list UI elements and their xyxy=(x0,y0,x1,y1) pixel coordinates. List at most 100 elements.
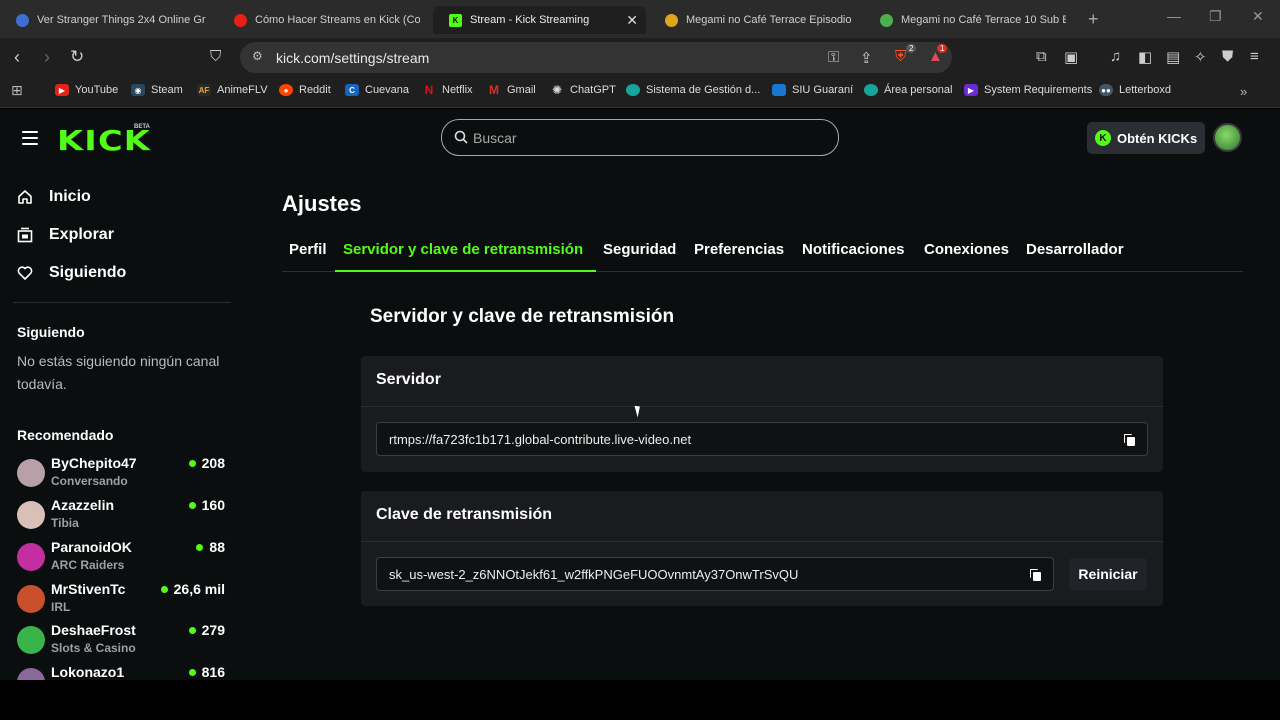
bookmark-label: Letterboxd xyxy=(1119,84,1171,96)
bookmark-sistema-gestion[interactable]: Sistema de Gestión d... xyxy=(626,84,760,96)
hamburger-menu-icon[interactable] xyxy=(22,131,38,149)
letterbox-bar xyxy=(0,680,1280,720)
bookmark-animeflv[interactable]: AF AnimeFLV xyxy=(197,84,268,96)
recommended-channel[interactable]: ByChepito47 Conversando 208 xyxy=(17,455,229,493)
bookmark-label: ChatGPT xyxy=(570,84,616,96)
share-icon[interactable]: ⇪ xyxy=(860,49,873,67)
search-input[interactable]: Buscar xyxy=(441,119,839,156)
site-settings-icon[interactable]: ⚙ xyxy=(252,49,266,63)
apps-grid-icon[interactable]: ⊞ xyxy=(11,82,23,99)
animeflv-icon: AF xyxy=(197,84,211,96)
nav-home-label: Inicio xyxy=(49,188,91,205)
channel-category: Conversando xyxy=(51,474,128,488)
recommended-channel[interactable]: DeshaeFrost Slots & Casino 279 xyxy=(17,622,229,660)
copy-icon[interactable] xyxy=(1124,434,1135,447)
reload-icon[interactable]: ↻ xyxy=(70,47,84,67)
wallet-icon[interactable]: ▤ xyxy=(1166,48,1180,66)
key-icon[interactable]: ⚿ xyxy=(828,49,839,66)
bookmark-gmail[interactable]: M Gmail xyxy=(487,83,536,97)
tab-stream-key[interactable]: Servidor y clave de retransmisión xyxy=(343,241,583,258)
menu-icon[interactable]: ≡ xyxy=(1250,48,1259,65)
nav-explore[interactable]: Explorar xyxy=(17,226,114,244)
new-tab-plus-icon[interactable]: + xyxy=(1088,9,1099,30)
viewer-count-value: 279 xyxy=(201,622,225,638)
user-avatar[interactable] xyxy=(1213,123,1242,152)
chatgpt-icon: ✺ xyxy=(551,83,563,97)
stream-key-field[interactable]: sk_us-west-2_z6NNOtJekf61_w2ffkPNGeFUOOv… xyxy=(376,557,1054,591)
browser-tab[interactable]: Cómo Hacer Streams en Kick (Configuració… xyxy=(218,6,430,34)
recommended-channel[interactable]: MrStivenTc IRL 26,6 mil xyxy=(17,581,229,619)
play-icon: ▶ xyxy=(964,84,978,96)
tab-notifications[interactable]: Notificaciones xyxy=(802,241,905,258)
explore-icon xyxy=(17,227,33,243)
nav-following-label: Siguiendo xyxy=(49,264,127,281)
close-window-icon[interactable]: ✕ xyxy=(1252,8,1264,25)
bookmark-reddit[interactable]: ● Reddit xyxy=(279,84,331,96)
server-url-field[interactable]: rtmps://fa723fc1b171.global-contribute.l… xyxy=(376,422,1148,456)
tab-developer[interactable]: Desarrollador xyxy=(1026,241,1124,258)
bookmark-steam[interactable]: ◉ Steam xyxy=(131,84,183,96)
tab-favicon-icon xyxy=(880,13,893,27)
bookmark-netflix[interactable]: N Netflix xyxy=(422,83,473,97)
browser-tab[interactable]: Megami no Café Terrace 10 Sub Español xyxy=(864,6,1076,34)
browser-tab-active[interactable]: K Stream - Kick Streaming ✕ xyxy=(433,6,646,34)
close-tab-icon[interactable]: ✕ xyxy=(626,12,638,29)
brave-shield-icon[interactable]: ⛨ xyxy=(895,48,906,65)
leo-ai-icon[interactable]: ✧ xyxy=(1194,48,1207,66)
nav-home[interactable]: Inicio xyxy=(17,188,91,206)
bookmark-label: System Requirements xyxy=(984,84,1093,96)
bookmarks-bar: ⊞ ▶ YouTube ◉ Steam AF AnimeFLV ● Reddit C Cu… xyxy=(0,78,1280,108)
kick-coin-icon: K xyxy=(1095,130,1111,146)
browser-tab[interactable]: Megami no Café Terrace Episodio 11 xyxy=(649,6,861,34)
live-dot-icon xyxy=(188,626,196,634)
kick-favicon-icon: K xyxy=(449,13,462,27)
bookmark-siu-guarani[interactable]: SIU Guaraní xyxy=(772,84,853,96)
sidebar-divider xyxy=(13,302,231,303)
bookmark-area-personal[interactable]: Área personal xyxy=(864,84,953,96)
tab-favicon-icon xyxy=(665,13,678,27)
bookmark-label: Área personal xyxy=(884,84,953,96)
siu-icon xyxy=(772,84,786,96)
vpn-icon[interactable]: ⛊ xyxy=(1222,48,1233,65)
search-icon xyxy=(454,130,468,144)
nav-following[interactable]: Siguiendo xyxy=(17,264,126,282)
extensions-icon[interactable]: ⧉ xyxy=(1036,48,1047,65)
bookmark-cuevana[interactable]: C Cuevana xyxy=(345,84,409,96)
tab-security[interactable]: Seguridad xyxy=(603,241,676,258)
tab-title: Megami no Café Terrace 10 Sub Español xyxy=(901,14,1066,26)
tab-profile[interactable]: Perfil xyxy=(289,241,327,258)
bookmark-system-requirements[interactable]: ▶ System Requirements xyxy=(964,84,1092,96)
bookmark-youtube[interactable]: ▶ YouTube xyxy=(55,84,118,96)
restore-icon[interactable]: ❐ xyxy=(1209,8,1222,25)
tab-favicon-icon xyxy=(16,13,29,27)
following-heading: Siguiendo xyxy=(17,324,85,340)
forward-arrow-icon[interactable]: › xyxy=(44,47,50,67)
reading-mode-icon[interactable]: ▣ xyxy=(1064,48,1078,66)
tab-connections[interactable]: Conexiones xyxy=(924,241,1009,258)
cuevana-icon: C xyxy=(345,84,359,96)
live-dot-icon xyxy=(196,543,204,551)
recommended-channel[interactable]: ParanoidOK ARC Raiders 88 xyxy=(17,539,229,577)
recommended-channel[interactable]: Azazzelin Tibia 160 xyxy=(17,497,229,535)
browser-tab[interactable]: Ver Stranger Things 2x4 Online Gratis xyxy=(0,6,216,34)
bookmark-chatgpt[interactable]: ✺ ChatGPT xyxy=(550,83,616,97)
address-bar[interactable]: ⚙ kick.com/settings/stream ⚿ ⇪ xyxy=(240,42,952,73)
back-arrow-icon[interactable]: ‹ xyxy=(14,47,20,67)
more-bookmarks-icon[interactable]: » xyxy=(1240,84,1247,99)
media-icon[interactable]: ♫ xyxy=(1110,48,1121,65)
get-kicks-label: Obtén KICKs xyxy=(1117,130,1198,146)
channel-avatar xyxy=(17,585,45,613)
bookmark-letterboxd[interactable]: ●● Letterboxd xyxy=(1099,84,1171,96)
viewer-count: 88 xyxy=(196,539,225,555)
channel-name: ParanoidOK xyxy=(51,539,132,555)
sidebar-icon[interactable]: ◧ xyxy=(1138,48,1152,66)
minimize-icon[interactable]: — xyxy=(1167,8,1181,24)
tab-preferences[interactable]: Preferencias xyxy=(694,241,784,258)
get-kicks-button[interactable]: K Obtén KICKs xyxy=(1087,122,1205,154)
copy-icon[interactable] xyxy=(1030,569,1041,582)
bookmark-label: Reddit xyxy=(299,84,331,96)
channel-category: IRL xyxy=(51,600,71,614)
reset-key-button[interactable]: Reiniciar xyxy=(1069,558,1147,590)
bookmark-icon[interactable]: ⛉ xyxy=(210,47,221,67)
channel-category: Tibia xyxy=(51,516,79,530)
